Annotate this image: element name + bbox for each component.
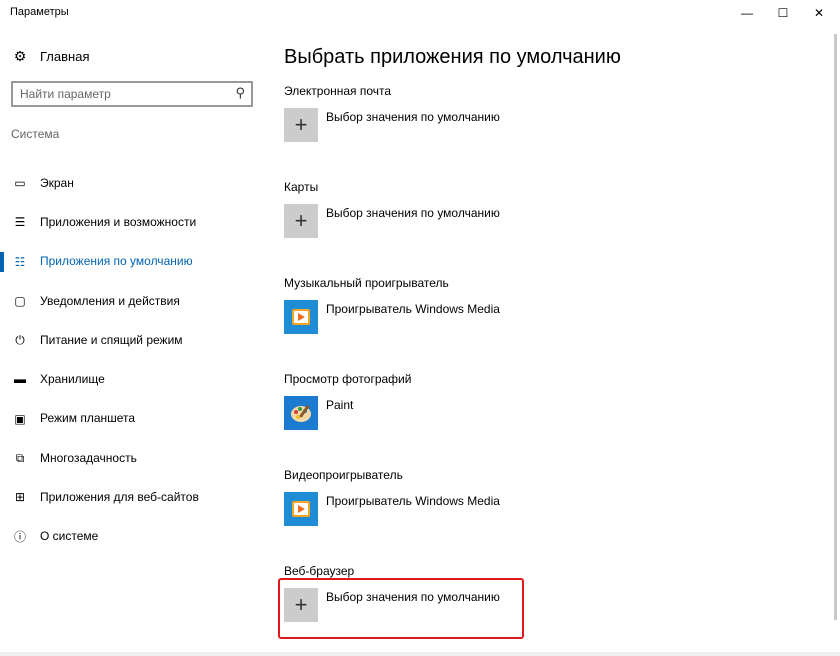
sidebar-item-label: Уведомления и действия (40, 293, 180, 308)
default-app-button[interactable]: + Выбор значения по умолчанию (284, 204, 500, 238)
scrollbar[interactable] (832, 26, 840, 656)
group-label: Видеопроигрыватель (284, 468, 403, 482)
search-input[interactable] (20, 86, 220, 102)
sidebar-item-label: О системе (40, 529, 99, 544)
title-bar: Параметры — ☐ ✕ (0, 0, 840, 26)
app-name: Paint (326, 398, 354, 412)
sidebar-item-label: Приложения по умолчанию (40, 254, 193, 269)
default-app-button[interactable]: Проигрыватель Windows Media (284, 300, 500, 334)
active-indicator (0, 251, 4, 272)
sidebar: ⚙ Главная ⚲ Система ▭ Экран ☰ Приложения и … (0, 26, 265, 656)
default-app-group: Видеопроигрыватель Проигрыватель Windows … (284, 468, 684, 530)
sidebar-item[interactable]: ☷ Приложения по умолчанию (0, 242, 265, 281)
app-name: Проигрыватель Windows Media (326, 494, 500, 508)
app-name: Выбор значения по умолчанию (326, 206, 500, 220)
plus-icon: + (284, 108, 318, 142)
maximize-icon: ☐ (777, 6, 789, 20)
sidebar-item-label: Режим планшета (40, 411, 136, 426)
sidebar-item[interactable]: ⏻ Питание и спящий режим (0, 320, 265, 359)
search-box[interactable]: ⚲ (11, 81, 253, 107)
sidebar-item[interactable]: ⧉ Многозадачность (0, 438, 265, 477)
minimize-button[interactable]: — (730, 0, 764, 26)
close-icon: ✕ (813, 6, 825, 20)
sidebar-item[interactable]: ⓘ О системе (0, 517, 265, 556)
notification-icon: ▢ (14, 293, 26, 308)
app-name: Проигрыватель Windows Media (326, 302, 500, 316)
storage-icon: ▬ (14, 372, 26, 387)
multitask-icon: ⧉ (15, 450, 25, 465)
search-icon[interactable]: ⚲ (235, 85, 245, 101)
sidebar-item-label: Питание и спящий режим (40, 332, 183, 347)
sidebar-item-label: Экран (40, 175, 74, 190)
tablet-icon: ▣ (14, 411, 26, 426)
scrollbar-thumb[interactable] (834, 34, 837, 620)
sidebar-item[interactable]: ☰ Приложения и возможности (0, 202, 265, 241)
default-app-group: Карты + Выбор значения по умолчанию (284, 180, 684, 242)
sidebar-item[interactable]: ▭ Экран (0, 163, 265, 202)
page-title: Выбрать приложения по умолчанию (284, 46, 621, 68)
list-icon: ☰ (14, 215, 26, 230)
group-label: Просмотр фотографий (284, 372, 412, 386)
app-name: Выбор значения по умолчанию (326, 110, 500, 124)
sidebar-item[interactable]: ▢ Уведомления и действия (0, 281, 265, 320)
section-label: Система (11, 127, 60, 141)
main-content: Выбрать приложения по умолчанию Электрон… (284, 26, 824, 656)
plus-icon: + (284, 204, 318, 238)
group-label: Карты (284, 180, 319, 194)
gear-icon: ⚙ (13, 47, 27, 64)
maximize-button[interactable]: ☐ (766, 0, 800, 26)
default-app-button[interactable]: + Выбор значения по умолчанию (284, 108, 500, 142)
sidebar-nav: ▭ Экран ☰ Приложения и возможности ☷ Приложен… (0, 163, 265, 556)
default-apps-icon: ☷ (14, 254, 26, 269)
group-label: Музыкальный проигрыватель (284, 276, 449, 290)
group-label: Электронная почта (284, 84, 392, 98)
home-label: Главная (40, 48, 90, 64)
highlight-box (278, 578, 524, 639)
close-button[interactable]: ✕ (802, 0, 836, 26)
power-icon: ⏻ (15, 332, 25, 347)
minimize-icon: — (741, 6, 753, 20)
default-app-button[interactable]: Проигрыватель Windows Media (284, 492, 500, 526)
display-icon: ▭ (14, 176, 26, 190)
sidebar-item-label: Приложения и возможности (40, 214, 197, 229)
window-title: Параметры (10, 6, 69, 18)
sidebar-item-label: Приложения для веб-сайтов (40, 490, 199, 505)
sidebar-item[interactable]: ⊞ Приложения для веб-сайтов (0, 477, 265, 516)
window-bottom-edge (0, 652, 840, 656)
info-icon: ⓘ (13, 530, 26, 545)
sidebar-item-label: Многозадачность (40, 450, 137, 465)
paint-icon (284, 396, 318, 430)
web-apps-icon: ⊞ (14, 490, 26, 505)
windows-media-player-icon (284, 300, 318, 334)
windows-media-player-icon (284, 492, 318, 526)
default-app-group: Электронная почта + Выбор значения по умол… (284, 84, 684, 146)
sidebar-item-label: Хранилище (40, 372, 105, 387)
default-app-group: Музыкальный проигрыватель Проигрыватель W… (284, 276, 684, 338)
default-app-button[interactable]: Paint (284, 396, 353, 430)
default-app-group: Просмотр фотографий Paint (284, 372, 684, 434)
sidebar-item[interactable]: ▣ Режим планшета (0, 399, 265, 438)
sidebar-item[interactable]: ▬ Хранилище (0, 359, 265, 398)
home-link[interactable]: ⚙ Главная (12, 46, 90, 66)
